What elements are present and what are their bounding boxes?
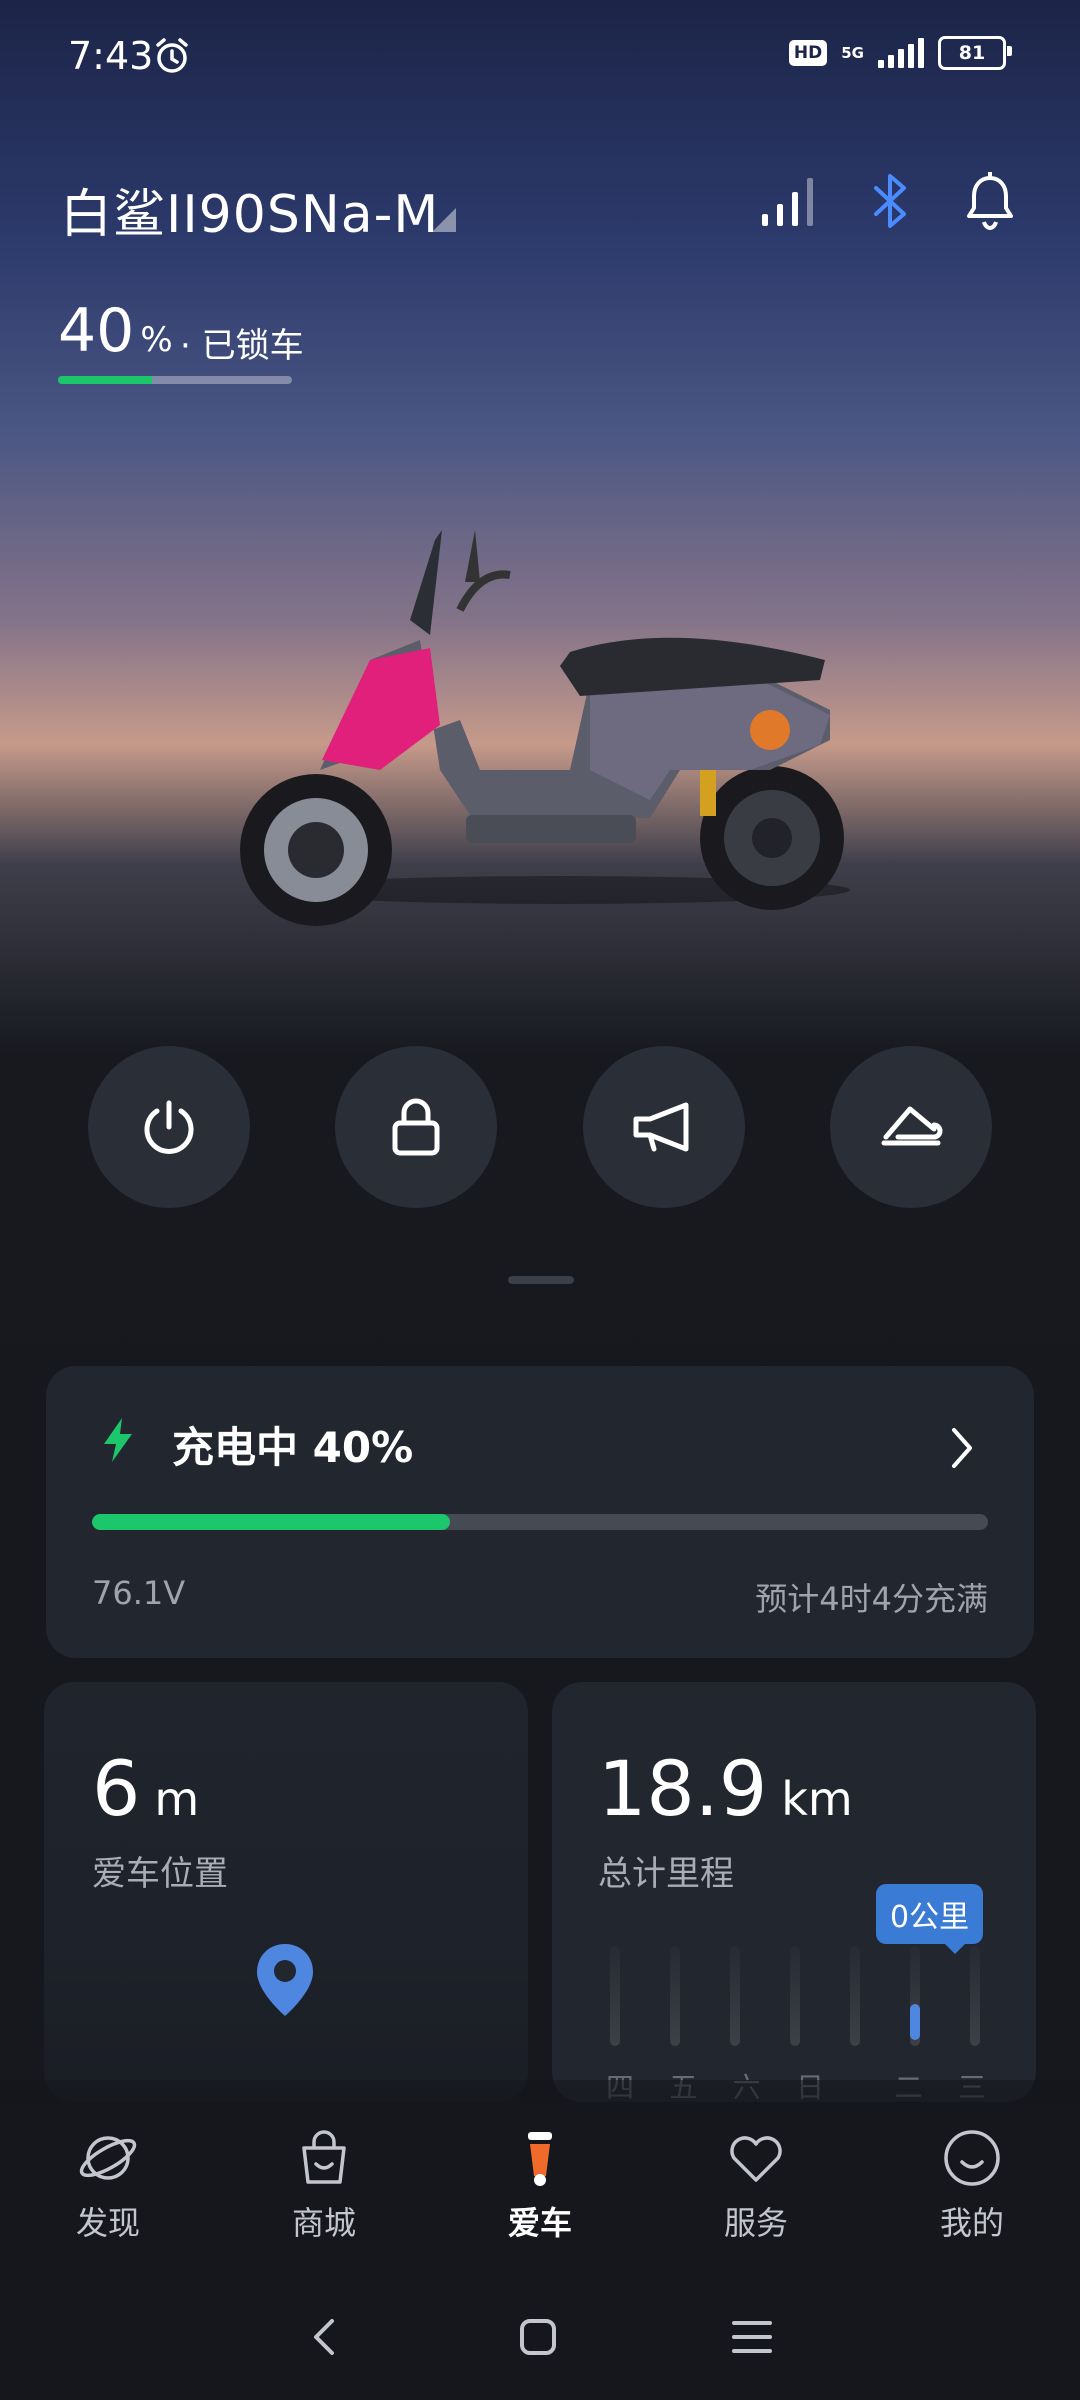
mileage-total: 18.9 km	[598, 1744, 853, 1833]
mileage-chart	[610, 1946, 980, 2046]
battery-bar	[58, 376, 292, 384]
mileage-bar	[790, 1946, 800, 2046]
nav-label: 爱车	[507, 2204, 572, 2242]
location-label: 爱车位置	[92, 1854, 228, 1894]
charging-bolt-icon	[98, 1416, 138, 1468]
hd-badge: HD	[788, 40, 828, 66]
mileage-bar	[610, 1946, 620, 2046]
chevron-right-icon[interactable]	[946, 1424, 978, 1476]
nav-shop[interactable]: 商城	[249, 2126, 399, 2244]
nav-label: 服务	[723, 2204, 788, 2242]
nav-label: 发现	[75, 2204, 140, 2242]
network-type: 5G	[841, 43, 864, 62]
menu-icon[interactable]	[730, 2315, 774, 2359]
mileage-bar	[850, 1946, 860, 2046]
voltage-value: 76.1V	[92, 1574, 186, 1612]
nav-label: 我的	[939, 2204, 1004, 2242]
header-icons	[760, 171, 1016, 234]
location-pin-icon	[252, 1940, 318, 2024]
battery-level: 81	[958, 42, 986, 64]
seat-icon	[881, 1106, 943, 1146]
lock-button[interactable]	[335, 1046, 498, 1208]
location-distance: 6m	[92, 1744, 200, 1833]
nav-discover[interactable]: 发现	[33, 2126, 183, 2244]
power-icon	[144, 1100, 194, 1154]
seat-button[interactable]	[829, 1046, 992, 1208]
heart-icon	[730, 2136, 782, 2182]
bluetooth-icon[interactable]	[868, 172, 914, 234]
nav-label: 商城	[291, 2204, 356, 2242]
signal-icon[interactable]	[760, 176, 818, 230]
charging-title: 充电中 40%	[172, 1423, 414, 1472]
vehicle-switch-icon[interactable]	[432, 208, 456, 232]
scooter-image	[230, 470, 870, 944]
horn-icon	[633, 1102, 689, 1152]
power-button[interactable]	[88, 1046, 250, 1208]
mileage-bar-value	[910, 2004, 920, 2040]
battery-percent: 40%	[58, 296, 173, 366]
mileage-bar	[730, 1946, 740, 2046]
status-indicators: HD 5G 81	[788, 36, 1012, 70]
nav-service[interactable]: 服务	[681, 2126, 831, 2244]
battery-icon: 81	[938, 36, 1012, 70]
quick-actions	[88, 1046, 992, 1208]
battery-bar-fill	[58, 376, 152, 384]
charging-progress-fill	[92, 1514, 451, 1530]
lock-icon	[392, 1098, 440, 1156]
horn-button[interactable]	[582, 1046, 745, 1208]
bottom-nav: 发现 商城 爱车 服务 我的	[0, 2080, 1080, 2274]
mileage-label: 总计里程	[598, 1854, 734, 1894]
smile-icon	[944, 2130, 1000, 2186]
status-time: 7:43	[68, 34, 154, 78]
vehicle-name[interactable]: 白鲨II90SNa-M	[60, 172, 439, 247]
bell-icon[interactable]	[964, 171, 1016, 234]
back-icon[interactable]	[306, 2313, 346, 2361]
alarm-icon	[152, 36, 192, 80]
drag-handle[interactable]	[508, 1276, 574, 1284]
planet-icon	[79, 2136, 137, 2180]
home-icon[interactable]	[516, 2315, 560, 2359]
mileage-tooltip: 0公里	[876, 1884, 984, 1954]
mileage-bar-active[interactable]	[910, 1946, 920, 2046]
charge-eta: 预计4时4分充满	[755, 1580, 988, 1618]
nav-my-vehicle[interactable]: 爱车	[465, 2126, 615, 2244]
scooter-icon	[528, 2132, 552, 2186]
charging-progress-bar	[92, 1514, 988, 1530]
nav-profile[interactable]: 我的	[897, 2126, 1047, 2244]
mileage-bar	[970, 1946, 980, 2046]
cell-signal-icon	[878, 38, 924, 68]
lock-status: · 已锁车	[180, 326, 304, 366]
mileage-bar	[670, 1946, 680, 2046]
bag-icon	[302, 2130, 346, 2184]
system-nav	[0, 2274, 1080, 2400]
